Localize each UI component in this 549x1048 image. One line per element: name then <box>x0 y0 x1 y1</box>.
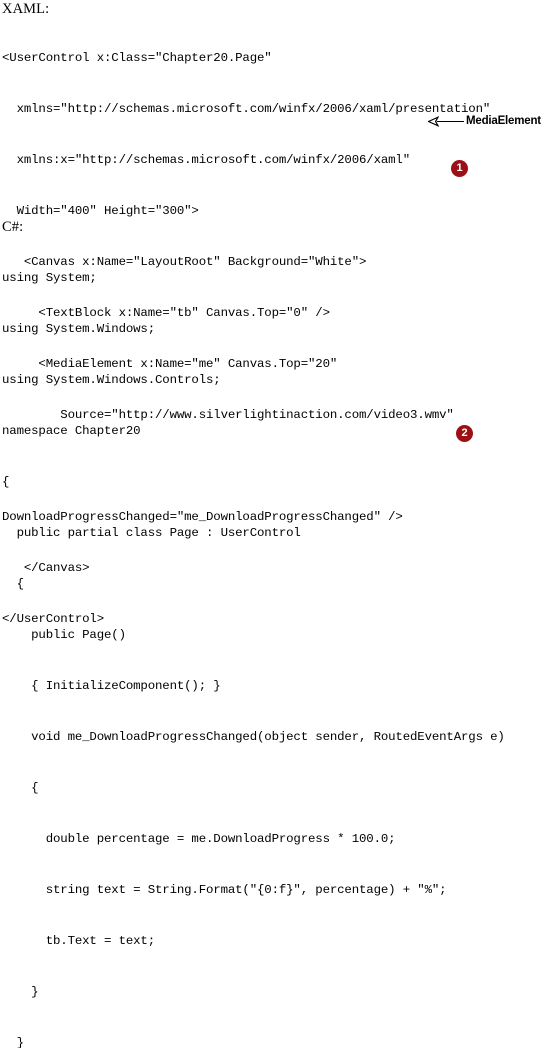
xaml-section-heading: XAML: <box>2 1 50 17</box>
annotation-mediaelement: MediaElement <box>428 113 541 129</box>
code-line: <UserControl x:Class="Chapter20.Page" <box>2 51 272 65</box>
leader-line <box>437 120 464 123</box>
callout-badge-1: 1 <box>451 160 468 177</box>
code-line: } <box>2 985 39 999</box>
code-line: } <box>2 1036 24 1048</box>
code-line: string text = String.Format("{0:f}", per… <box>2 883 447 897</box>
code-line: Width="400" Height="300"> <box>2 204 199 218</box>
code-line: { <box>2 577 24 591</box>
code-listing-page: XAML: <UserControl x:Class="Chapter20.Pa… <box>0 0 549 1048</box>
csharp-code-block: using System; using System.Windows; usin… <box>2 236 547 1048</box>
code-line: public partial class Page : UserControl <box>2 526 301 540</box>
annotation-label: MediaElement <box>466 115 541 127</box>
left-arrow-icon <box>428 115 464 127</box>
csharp-section-heading: C#: <box>2 219 24 235</box>
code-line: void me_DownloadProgressChanged(object s… <box>2 730 505 744</box>
code-line: { <box>2 475 10 489</box>
code-line: using System.Windows.Controls; <box>2 373 221 387</box>
code-line: double percentage = me.DownloadProgress … <box>2 832 396 846</box>
code-line: using System.Windows; <box>2 322 155 336</box>
code-line: tb.Text = text; <box>2 934 155 948</box>
callout-badge-2: 2 <box>456 425 473 442</box>
code-line: public Page() <box>2 628 126 642</box>
code-line: { InitializeComponent(); } <box>2 679 221 693</box>
code-line: using System; <box>2 271 97 285</box>
code-line: { <box>2 781 39 795</box>
